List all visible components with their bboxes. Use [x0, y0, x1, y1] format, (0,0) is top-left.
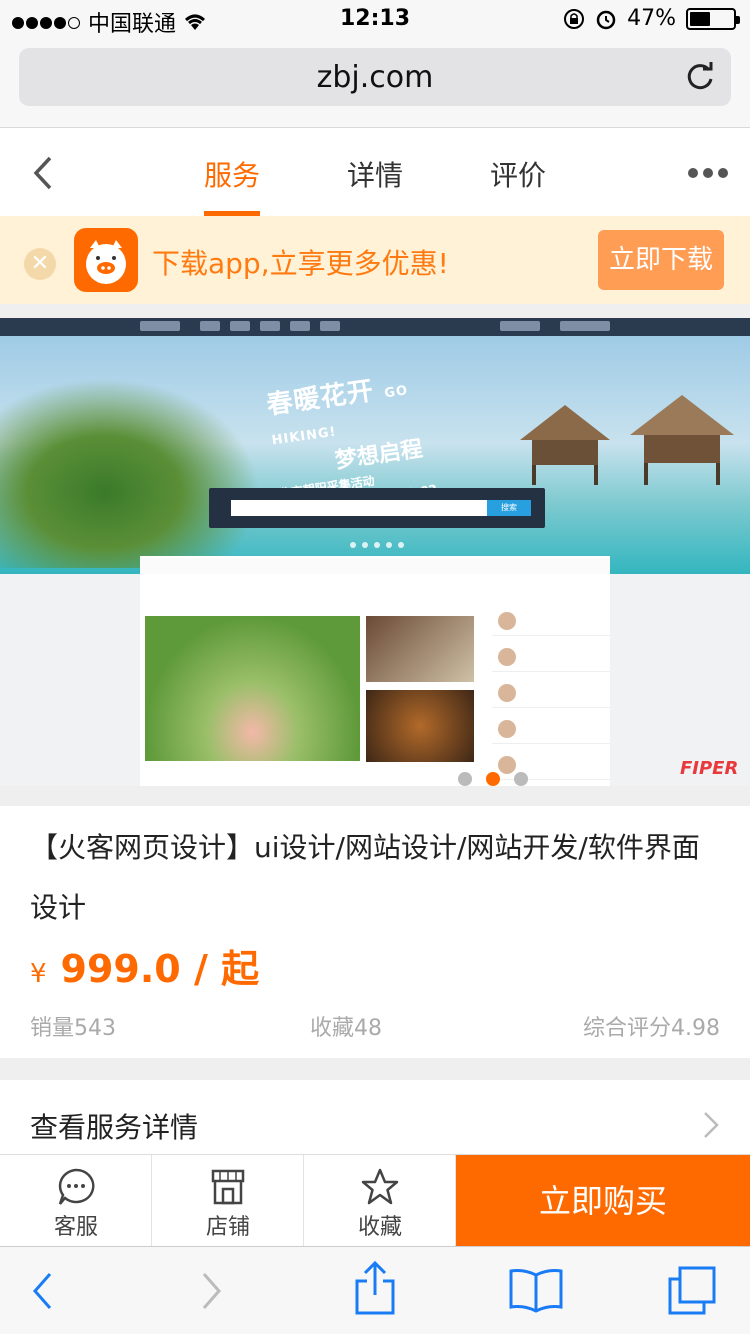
browser-address-area: zbj.com	[0, 40, 750, 128]
preview-thumb-photo	[366, 690, 474, 762]
preview-friend-list	[492, 608, 610, 786]
preview-featured-photo	[145, 616, 360, 761]
view-details-label: 查看服务详情	[30, 1111, 199, 1144]
banner-promo-text: 下载app,立享更多优惠!	[152, 247, 449, 280]
watermark-logo: FIPER	[680, 758, 739, 779]
back-arrow-icon[interactable]	[30, 156, 58, 190]
status-bar: 中国联通 12:13 47%	[0, 0, 750, 40]
shop-icon	[211, 1169, 245, 1205]
status-right: 47%	[563, 6, 740, 31]
tab-navigation: 服务 详情 评价	[0, 128, 750, 216]
browser-forward-icon[interactable]	[198, 1271, 224, 1311]
star-icon	[361, 1168, 399, 1205]
favorite-button[interactable]: 收藏	[304, 1155, 456, 1247]
price-value: 999.0 / 起	[60, 947, 260, 991]
carousel-dot[interactable]	[514, 772, 528, 786]
buy-now-button[interactable]: 立即购买	[456, 1155, 750, 1247]
alarm-icon	[596, 10, 616, 29]
product-info: 【火客网页设计】ui设计/网站设计/网站开发/软件界面设计 ¥999.0 / 起…	[0, 806, 750, 1058]
product-image-carousel[interactable]: 春暖花开 GO HIKING! 梦想启程 北京朝阳采集活动 2014-03-02…	[0, 318, 750, 786]
preview-hut	[520, 405, 610, 485]
carousel-dot[interactable]	[458, 772, 472, 786]
browser-toolbar	[0, 1246, 750, 1334]
carousel-indicator	[458, 772, 528, 786]
reload-icon[interactable]	[683, 60, 717, 94]
download-now-button[interactable]: 立即下载	[598, 230, 724, 290]
preview-search-button: 搜索	[487, 500, 531, 516]
favorite-label: 收藏	[357, 1215, 402, 1240]
app-logo-icon	[74, 228, 138, 292]
browser-back-icon[interactable]	[30, 1271, 56, 1311]
preview-notice-bar	[140, 558, 610, 574]
battery-percent: 47%	[627, 6, 676, 31]
preview-search-box: 搜索	[209, 488, 545, 528]
view-service-details-row[interactable]: 查看服务详情	[0, 1080, 750, 1156]
battery-icon	[686, 7, 740, 30]
tab-service[interactable]: 服务	[187, 154, 277, 194]
favorites-count: 收藏48	[310, 1016, 382, 1041]
tab-reviews[interactable]: 评价	[473, 154, 563, 194]
preview-banner-dots	[350, 542, 404, 548]
customer-service-label: 客服	[53, 1215, 98, 1240]
slogan-main: 春暖花开	[264, 376, 377, 421]
rating-score: 综合评分4.98	[583, 1016, 720, 1041]
preview-palm-trees	[0, 378, 260, 568]
bookmarks-icon[interactable]	[508, 1267, 564, 1313]
sales-count: 销量543	[30, 1016, 116, 1041]
preview-thumb-photo	[366, 616, 474, 682]
chat-bubble-icon	[58, 1168, 95, 1205]
shop-button[interactable]: 店铺	[152, 1155, 304, 1247]
preview-site-topnav	[0, 318, 750, 336]
customer-service-button[interactable]: 客服	[0, 1155, 152, 1247]
close-icon[interactable]: ✕	[24, 248, 56, 280]
tab-details[interactable]: 详情	[330, 154, 420, 194]
tabs-icon[interactable]	[666, 1265, 718, 1317]
price-currency: ¥	[30, 959, 47, 989]
address-bar[interactable]: zbj.com	[19, 48, 731, 106]
product-title: 【火客网页设计】ui设计/网站设计/网站开发/软件界面设计	[30, 831, 700, 924]
share-icon[interactable]	[354, 1261, 396, 1317]
url-text: zbj.com	[316, 59, 434, 95]
bottom-action-bar: 客服 店铺 收藏 立即购买	[0, 1154, 750, 1247]
shop-label: 店铺	[205, 1215, 250, 1240]
more-icon[interactable]	[688, 168, 728, 178]
preview-hut	[630, 395, 734, 485]
carousel-dot[interactable]	[486, 772, 500, 786]
chevron-right-icon	[704, 1112, 719, 1138]
product-price: ¥999.0 / 起	[30, 938, 259, 993]
rotation-lock-icon	[564, 8, 585, 29]
download-app-banner: ✕ 下载app,立享更多优惠! 立即下载	[0, 216, 750, 304]
